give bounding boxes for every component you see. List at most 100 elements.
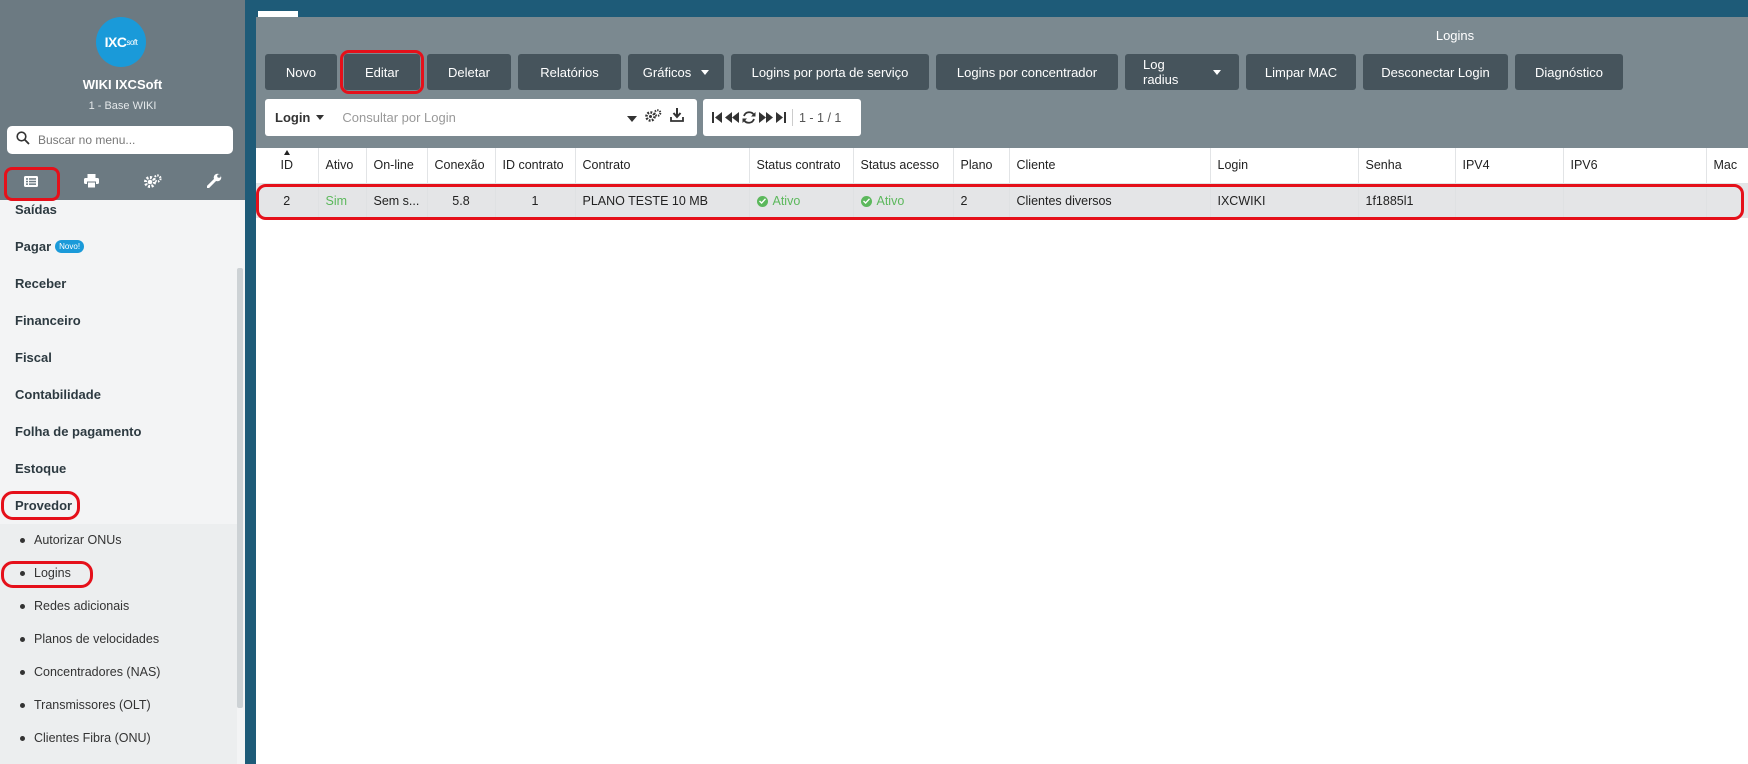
bullet-icon [20,537,25,543]
submenu-item-autorizar-onus[interactable]: Autorizar ONUs [20,533,122,547]
menu-item-estoque[interactable]: Estoque [15,461,66,476]
toolbar: Logins Novo Editar Deletar Relatórios Gr… [256,17,1748,148]
bullet-icon [20,669,25,675]
status-badge: Ativo [860,194,905,209]
diagnostico-button[interactable]: Diagnóstico [1515,54,1623,90]
column-label: Cliente [1016,158,1056,173]
button-label: Logins por concentrador [956,64,1098,80]
submenu-item-label: Concentradores (NAS) [34,665,161,679]
column-label: Login [1217,158,1249,173]
column-header-conexao[interactable]: Conexão [427,148,496,184]
column-header-ipv6[interactable]: IPV6 [1563,148,1707,184]
menu-item-label: Pagar [15,239,52,254]
button-label: Relatórios [540,64,599,80]
column-header-id[interactable]: ID [256,148,319,184]
tab-menu[interactable] [0,167,61,201]
menu-item-folha-de-pagamento[interactable]: Folha de pagamento [15,424,141,439]
sidebar-scrollbar[interactable] [237,268,243,708]
desconectar-login-button[interactable]: Desconectar Login [1363,54,1508,90]
menu-item-fiscal[interactable]: Fiscal [15,350,52,365]
wrench-icon [206,173,222,193]
menu-item-contabilidade[interactable]: Contabilidade [15,387,101,402]
column-label: Conexão [434,158,485,173]
limpar-mac-button[interactable]: Limpar MAC [1246,54,1356,90]
column-header-ipv4[interactable]: IPV4 [1455,148,1564,184]
button-label: Deletar [448,64,490,80]
submenu-item-concentradores[interactable]: Concentradores (NAS) [20,665,160,679]
table-header-row: ID Ativo On-line Conexão ID contrato Con… [256,148,1748,184]
button-label: Diagnóstico [1535,64,1603,80]
submenu-item-label: Autorizar ONUs [34,533,122,547]
refresh-icon[interactable] [742,111,756,124]
menu-item-saidas[interactable]: Saídas [15,202,57,217]
bullet-icon [20,702,25,708]
status-label: Ativo [772,194,801,209]
column-header-id-contrato[interactable]: ID contrato [495,148,576,184]
chevron-down-icon [1213,69,1221,75]
column-header-mac[interactable]: Mac [1706,148,1748,184]
cell-contrato: PLANO TESTE 10 MB [575,183,750,218]
menu-search[interactable] [7,126,233,154]
column-label: IPV4 [1462,158,1490,173]
button-label: Gráficos [642,64,692,80]
cell-id: 2 [256,183,319,218]
column-header-status-acesso[interactable]: Status acesso [853,148,954,184]
logins-por-porta-button[interactable]: Logins por porta de serviço [731,54,929,90]
submenu-item-transmissores[interactable]: Transmissores (OLT) [20,698,151,712]
button-label: Editar [365,64,399,80]
column-label: Plano [960,158,993,173]
status-label: Ativo [876,194,905,209]
menu-item-pagar[interactable]: Pagar Novo! [15,239,85,254]
chevron-down-icon [316,115,325,120]
menu-item-financeiro[interactable]: Financeiro [15,313,81,328]
column-header-cliente[interactable]: Cliente [1009,148,1211,184]
column-header-status-contrato[interactable]: Status contrato [749,148,854,184]
column-header-senha[interactable]: Senha [1358,148,1456,184]
column-header-online[interactable]: On-line [366,148,428,184]
page-title: Logins [1435,28,1475,43]
last-page-icon[interactable] [776,112,786,123]
submenu-item-clientes-fibra[interactable]: Clientes Fibra (ONU) [20,731,151,745]
submenu-item-planos-de-velocidades[interactable]: Planos de velocidades [20,632,159,646]
search-input[interactable] [342,110,628,125]
highlight-logins [1,561,93,588]
menu-search-input[interactable] [38,133,218,147]
submenu-item-label: Transmissores (OLT) [34,698,151,712]
gears-icon[interactable] [645,108,662,127]
menu-item-label: Fiscal [15,350,52,365]
column-header-plano[interactable]: Plano [953,148,1010,184]
column-header-ativo[interactable]: Ativo [318,148,367,184]
list-icon [23,174,38,192]
editar-button[interactable]: Editar [340,50,424,94]
first-page-icon[interactable] [712,112,722,123]
cell-ipv4 [1455,183,1564,218]
provedor-submenu: Autorizar ONUs Logins Redes adicionais P… [0,524,237,764]
graficos-button[interactable]: Gráficos [628,54,724,90]
submenu-item-redes-adicionais[interactable]: Redes adicionais [20,599,129,613]
previous-page-icon[interactable] [725,112,739,123]
logins-por-concentrador-button[interactable]: Logins por concentrador [936,54,1118,90]
relatorios-button[interactable]: Relatórios [518,54,621,90]
tab-print[interactable] [61,168,122,198]
search-field-select[interactable]: Login [275,110,325,125]
next-page-icon[interactable] [759,112,773,123]
download-icon[interactable] [670,108,685,127]
bullet-icon [20,603,25,609]
log-radius-button[interactable]: Log radius [1125,54,1239,90]
new-badge: Novo! [55,240,85,253]
cell-ipv6 [1563,183,1707,218]
cell-id-contrato: 1 [495,183,576,218]
table-row[interactable]: 2 Sim Sem s... 5.8 1 PLANO TESTE 10 MB A… [256,183,1748,218]
button-label: Desconectar Login [1381,64,1490,80]
novo-button[interactable]: Novo [265,54,337,90]
sidebar: IXC soft WIKI IXCSoft 1 - Base WIKI Busc… [0,0,245,764]
tab-config[interactable] [123,168,184,198]
deletar-button[interactable]: Deletar [427,54,511,90]
bullet-icon [20,735,25,741]
column-header-login[interactable]: Login [1210,148,1359,184]
menu-item-receber[interactable]: Receber [15,276,66,291]
tab-tools[interactable] [184,168,245,198]
sidebar-tabs [0,167,245,201]
dropdown-caret-icon[interactable] [627,109,638,127]
column-header-contrato[interactable]: Contrato [575,148,750,184]
